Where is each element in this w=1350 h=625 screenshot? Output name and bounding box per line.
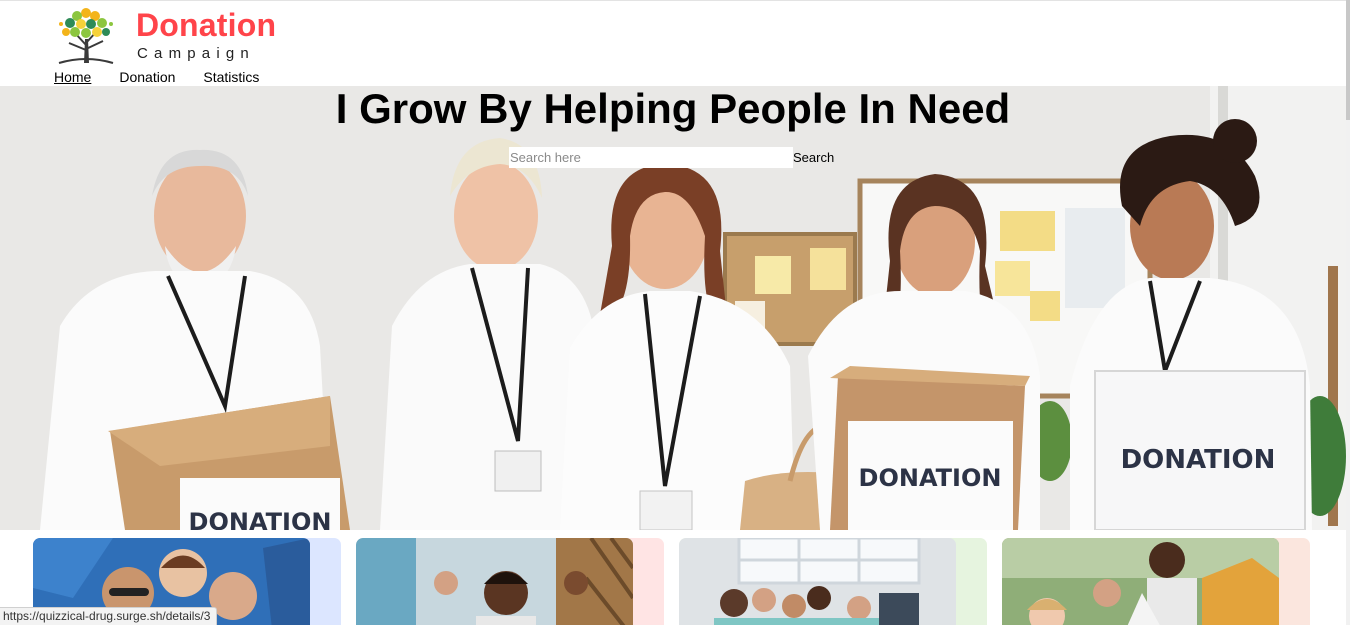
nav-donation-link[interactable]: Donation <box>119 67 175 87</box>
status-bar-url: https://quizzical-drug.surge.sh/details/… <box>0 607 218 625</box>
brand-subtitle: Campaign <box>137 45 255 62</box>
hero-banner: DONATION DONATION DONATION I Grow By Hel… <box>0 86 1346 530</box>
card-image <box>679 538 956 625</box>
donation-card[interactable] <box>679 538 987 625</box>
search-bar: Search <box>509 147 834 168</box>
tree-icon <box>58 8 114 64</box>
donation-box-label-1: DONATION <box>189 508 332 530</box>
scrollbar-thumb[interactable] <box>1346 0 1350 120</box>
search-input[interactable] <box>509 147 793 168</box>
card-image <box>1002 538 1279 625</box>
hero-title: I Grow By Helping People In Need <box>335 86 1011 132</box>
donation-card[interactable] <box>1002 538 1310 625</box>
card-image <box>356 538 633 625</box>
donation-box-label-3: DONATION <box>1121 445 1276 475</box>
logo[interactable]: Donation Campaign <box>55 3 295 65</box>
nav-statistics-link[interactable]: Statistics <box>203 67 259 87</box>
search-button[interactable]: Search <box>793 147 834 168</box>
nav-home-link[interactable]: Home <box>54 67 91 87</box>
donation-box-label-2: DONATION <box>859 464 1002 492</box>
brand-title: Donation <box>136 7 277 43</box>
site-header: Donation Campaign Home Donation Statisti… <box>0 0 1346 86</box>
donation-card[interactable] <box>356 538 664 625</box>
page-scrollbar[interactable] <box>1346 0 1350 625</box>
main-nav: Home Donation Statistics <box>54 67 259 87</box>
